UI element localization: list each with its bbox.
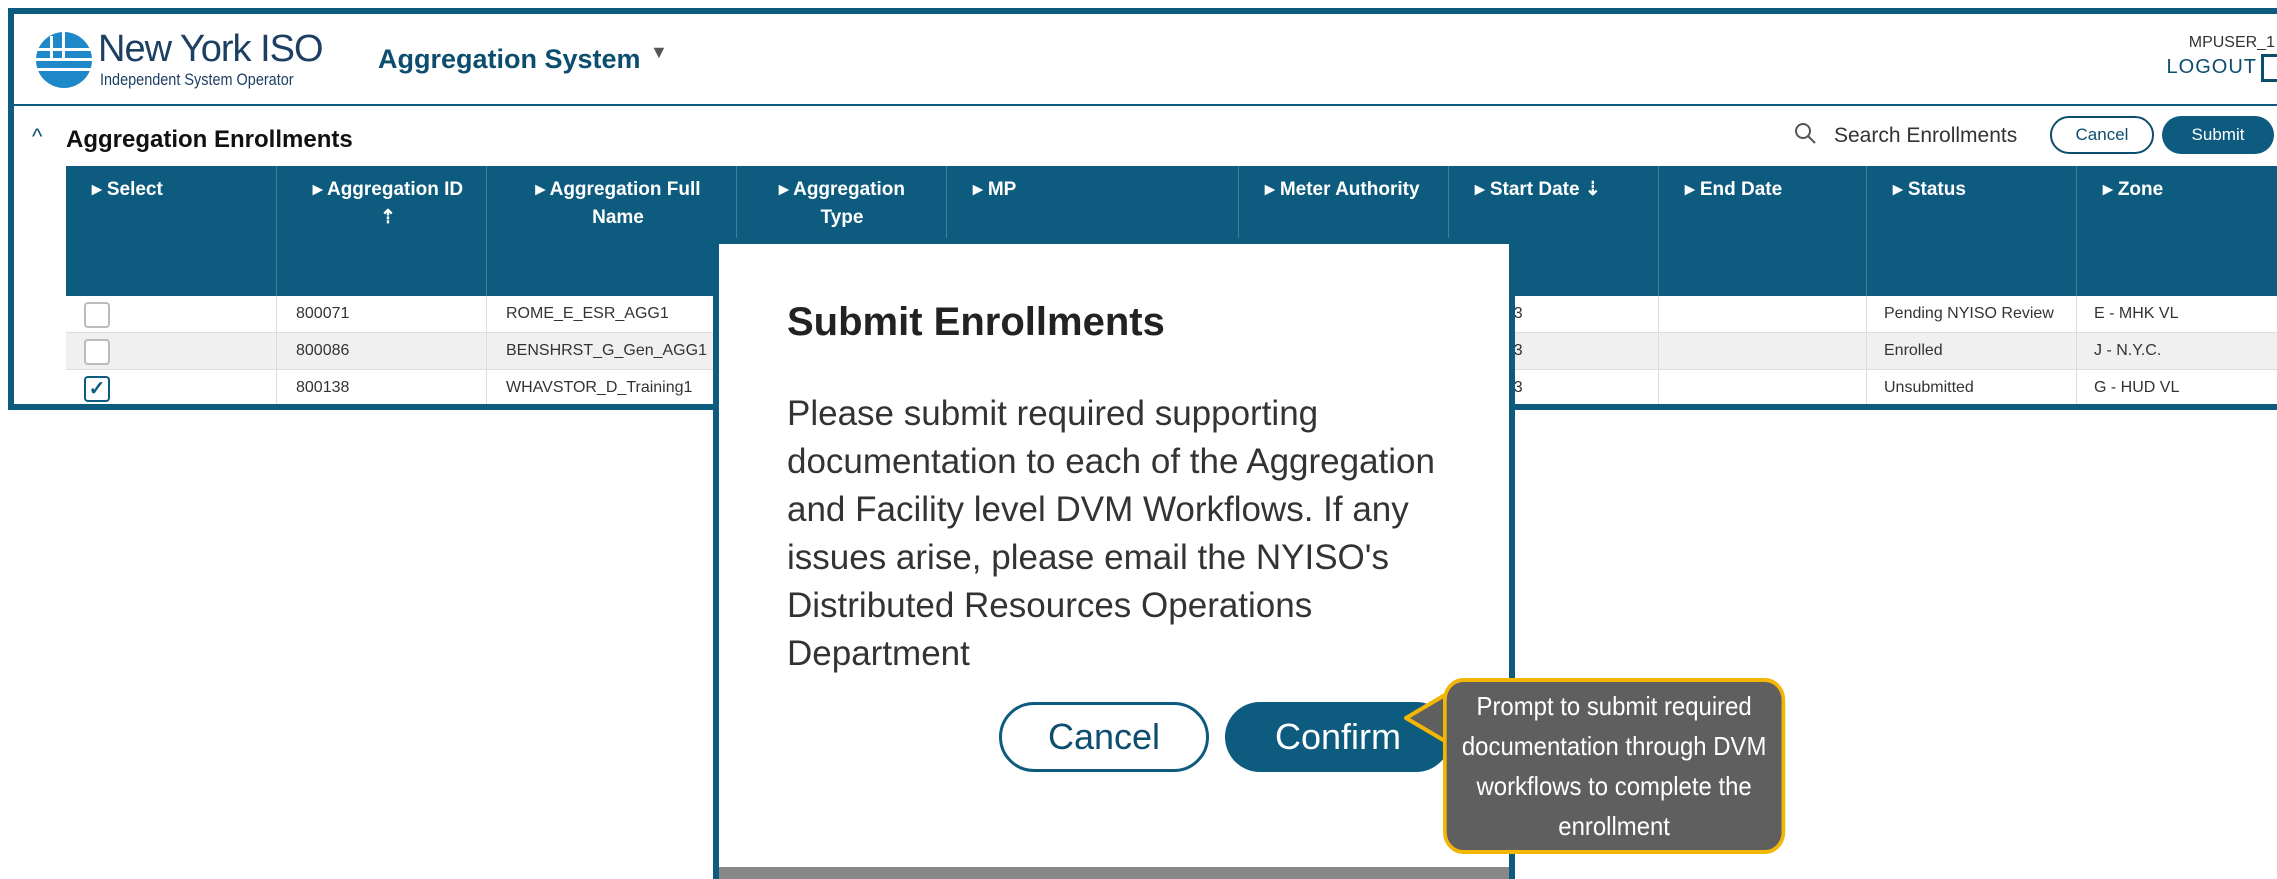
- brand-name: New York ISO: [98, 28, 324, 70]
- column-divider: [1866, 296, 1867, 404]
- column-label: Zone: [2117, 179, 2164, 200]
- search-icon[interactable]: [1794, 122, 1816, 144]
- app-title[interactable]: Aggregation System: [378, 44, 641, 75]
- cell-aggregation-id: 800071: [296, 305, 350, 322]
- column-divider: [486, 296, 487, 404]
- column-divider: [1658, 296, 1659, 404]
- row-checkbox-checked[interactable]: ✓: [84, 376, 110, 402]
- app-switcher-caret-icon[interactable]: ▼: [650, 42, 668, 63]
- submit-enrollments-dialog: Submit Enrollments Please submit require…: [713, 238, 1515, 879]
- dialog-footer-bar: [719, 867, 1509, 879]
- dialog-title: Submit Enrollments: [787, 300, 1165, 344]
- column-divider: [276, 296, 277, 404]
- column-label: End Date: [1699, 179, 1783, 200]
- column-status[interactable]: ▸ Status: [1866, 166, 2076, 296]
- cell-zone: G - HUD VL: [2094, 379, 2180, 396]
- column-label: Aggregation Full Name: [549, 179, 701, 228]
- annotation-callout: Prompt to submit required documentation …: [1443, 678, 1786, 854]
- user-name: MPUSER_1: [2188, 34, 2275, 51]
- cell-aggregation-name: BENSHRST_G_Gen_AGG1: [506, 342, 707, 359]
- column-label: Aggregation ID: [326, 179, 464, 200]
- cell-aggregation-id: 800086: [296, 342, 350, 359]
- cell-aggregation-name: WHAVSTOR_D_Training1: [506, 379, 693, 396]
- column-label: Meter Authority: [1279, 179, 1420, 200]
- row-checkbox[interactable]: [84, 302, 110, 328]
- top-bar: New York ISO Independent System Operator…: [14, 14, 2277, 106]
- column-label: Aggregation Type: [793, 179, 905, 228]
- column-select[interactable]: ▸ Select: [66, 166, 276, 296]
- cell-aggregation-id: 800138: [296, 379, 350, 396]
- brand-subtitle: Independent System Operator: [100, 70, 294, 89]
- cell-status: Unsubmitted: [1884, 379, 1974, 396]
- logout-link[interactable]: LOGOUT: [2167, 56, 2257, 79]
- column-end-date[interactable]: ▸ End Date: [1658, 166, 1866, 296]
- row-checkbox[interactable]: [84, 339, 110, 365]
- column-aggregation-id[interactable]: ▸ Aggregation ID ⇡: [276, 166, 486, 296]
- cell-status: Enrolled: [1884, 342, 1943, 359]
- column-label: Start Date: [1489, 179, 1580, 200]
- cell-aggregation-name: ROME_E_ESR_AGG1: [506, 305, 669, 322]
- cell-zone: E - MHK VL: [2094, 305, 2179, 322]
- search-enrollments-input[interactable]: Search Enrollments: [1834, 124, 2017, 148]
- column-aggregation-full-name[interactable]: ▸ Aggregation Full Name: [486, 166, 736, 296]
- column-divider: [2076, 296, 2077, 404]
- cell-zone: J - N.Y.C.: [2094, 342, 2162, 359]
- logout-icon[interactable]: [2261, 54, 2277, 82]
- section-title: Aggregation Enrollments: [66, 126, 353, 153]
- nyiso-logo: [36, 32, 92, 88]
- column-label: Status: [1907, 179, 1966, 200]
- column-label: MP: [987, 179, 1017, 200]
- column-zone[interactable]: ▸ Zone: [2076, 166, 2277, 296]
- dialog-message: Please submit required supporting docume…: [787, 394, 1435, 673]
- column-label: Select: [106, 179, 163, 200]
- submit-button[interactable]: Submit: [2162, 116, 2274, 154]
- cancel-button[interactable]: Cancel: [2050, 116, 2154, 154]
- collapse-section-icon[interactable]: ^: [32, 124, 42, 150]
- dialog-cancel-button[interactable]: Cancel: [999, 702, 1209, 772]
- cell-status: Pending NYISO Review: [1884, 305, 2054, 322]
